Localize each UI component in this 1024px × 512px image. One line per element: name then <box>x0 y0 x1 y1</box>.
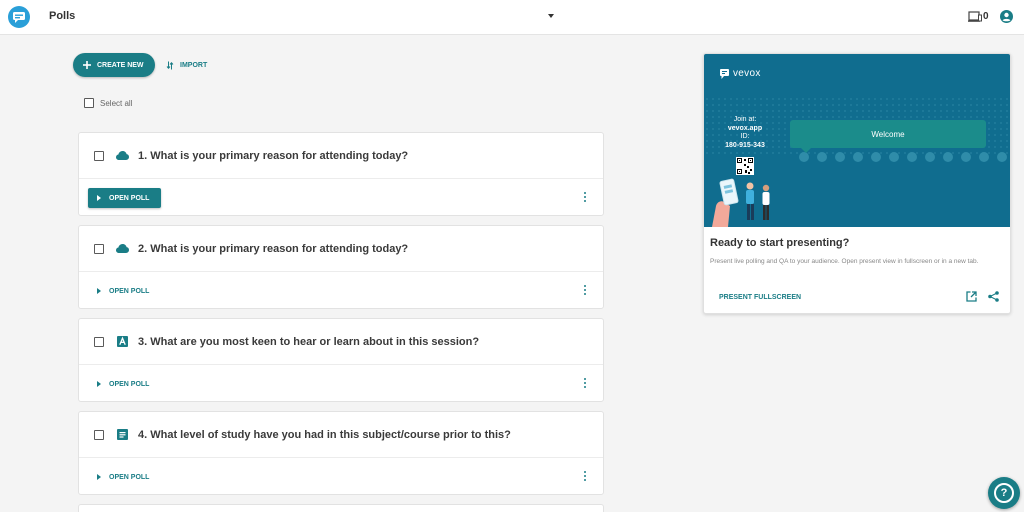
more-options-icon[interactable] <box>583 378 587 390</box>
cloud-icon <box>116 243 129 255</box>
poll-question-row[interactable]: 4. What level of study have you had in t… <box>79 412 603 458</box>
import-icon <box>166 61 174 69</box>
device-count: 0 <box>983 11 989 22</box>
more-options-icon[interactable] <box>583 471 587 483</box>
play-icon <box>97 474 101 480</box>
checkbox[interactable] <box>84 98 94 108</box>
poll-card <box>78 504 604 512</box>
open-poll-button[interactable]: OPEN POLL <box>88 467 161 487</box>
help-icon: ? <box>994 483 1014 503</box>
page-title: Polls <box>49 10 76 22</box>
vevox-logo-icon <box>720 68 729 79</box>
poll-card: 1. What is your primary reason for atten… <box>78 132 604 216</box>
play-icon <box>97 288 101 294</box>
open-poll-label: OPEN POLL <box>109 194 150 202</box>
app-logo-icon[interactable] <box>8 6 30 28</box>
poll-card: 2. What is your primary reason for atten… <box>78 225 604 309</box>
join-info: Join at: vevox.app ID: 180-915-343 <box>718 116 772 150</box>
speech-bubble-tail <box>800 147 812 153</box>
poll-actions-row: OPEN POLL <box>79 458 603 496</box>
chevron-down-icon[interactable] <box>548 14 554 18</box>
select-all-label: Select all <box>100 98 133 108</box>
poll-question-row[interactable]: 1. What is your primary reason for atten… <box>79 133 603 179</box>
poll-card: 4. What level of study have you had in t… <box>78 411 604 495</box>
ready-title: Ready to start presenting? <box>710 237 850 249</box>
poll-actions-row: OPEN POLL <box>79 179 603 217</box>
poll-actions-row: OPEN POLL <box>79 365 603 403</box>
share-icon[interactable] <box>988 291 999 302</box>
create-new-label: CREATE NEW <box>97 61 144 69</box>
ready-description: Present live polling and QA to your audi… <box>710 258 979 265</box>
present-fullscreen-button[interactable]: PRESENT FULLSCREEN <box>719 294 801 301</box>
app-header: Polls 0 <box>0 0 1024 35</box>
play-icon <box>97 381 101 387</box>
help-button[interactable]: ? <box>988 477 1020 509</box>
poll-question[interactable]: 3. What are you most keen to hear or lea… <box>138 336 479 348</box>
open-poll-button[interactable]: OPEN POLL <box>88 281 161 301</box>
poll-checkbox[interactable] <box>94 336 104 347</box>
join-url: vevox.app <box>727 124 763 132</box>
device-icon[interactable] <box>968 11 982 23</box>
open-poll-label: OPEN POLL <box>109 287 150 295</box>
cloud-icon <box>116 150 129 162</box>
welcome-bubble: Welcome <box>790 120 986 148</box>
account-icon[interactable] <box>1000 10 1013 23</box>
select-all-checkbox[interactable]: Select all <box>84 98 132 108</box>
poll-question[interactable]: 2. What is your primary reason for atten… <box>138 243 408 255</box>
present-card: vevox Join at: vevox.app ID: 180-915-343… <box>703 53 1011 314</box>
import-button[interactable]: IMPORT <box>166 58 207 72</box>
poll-checkbox[interactable] <box>94 243 104 254</box>
list-icon <box>116 429 129 441</box>
poll-actions-row: OPEN POLL <box>79 272 603 310</box>
vevox-brand-text: vevox <box>733 68 761 79</box>
session-id: 180-915-343 <box>725 141 765 149</box>
open-poll-button[interactable]: OPEN POLL <box>88 374 161 394</box>
plus-icon <box>83 61 91 69</box>
play-icon <box>97 195 101 201</box>
poll-question-row[interactable]: 2. What is your primary reason for atten… <box>79 226 603 272</box>
poll-question-row[interactable]: 3. What are you most keen to hear or lea… <box>79 319 603 365</box>
presentation-preview[interactable]: vevox Join at: vevox.app ID: 180-915-343… <box>704 54 1010 227</box>
id-label: ID: <box>740 133 750 140</box>
poll-question[interactable]: 1. What is your primary reason for atten… <box>138 150 408 162</box>
open-poll-label: OPEN POLL <box>109 380 150 388</box>
open-poll-button[interactable]: OPEN POLL <box>88 188 161 208</box>
more-options-icon[interactable] <box>583 192 587 204</box>
poll-checkbox[interactable] <box>94 150 104 161</box>
create-new-button[interactable]: CREATE NEW <box>73 53 155 77</box>
vevox-logo: vevox <box>720 68 761 79</box>
join-at-label: Join at: <box>733 116 757 123</box>
text-icon <box>116 336 129 348</box>
open-in-new-icon[interactable] <box>966 291 977 302</box>
import-label: IMPORT <box>180 61 208 69</box>
open-poll-label: OPEN POLL <box>109 473 150 481</box>
poll-card: 3. What are you most keen to hear or lea… <box>78 318 604 402</box>
audience-illustration-icon <box>712 178 770 227</box>
poll-checkbox[interactable] <box>94 429 104 440</box>
poll-question[interactable]: 4. What level of study have you had in t… <box>138 429 511 441</box>
more-options-icon[interactable] <box>583 285 587 297</box>
